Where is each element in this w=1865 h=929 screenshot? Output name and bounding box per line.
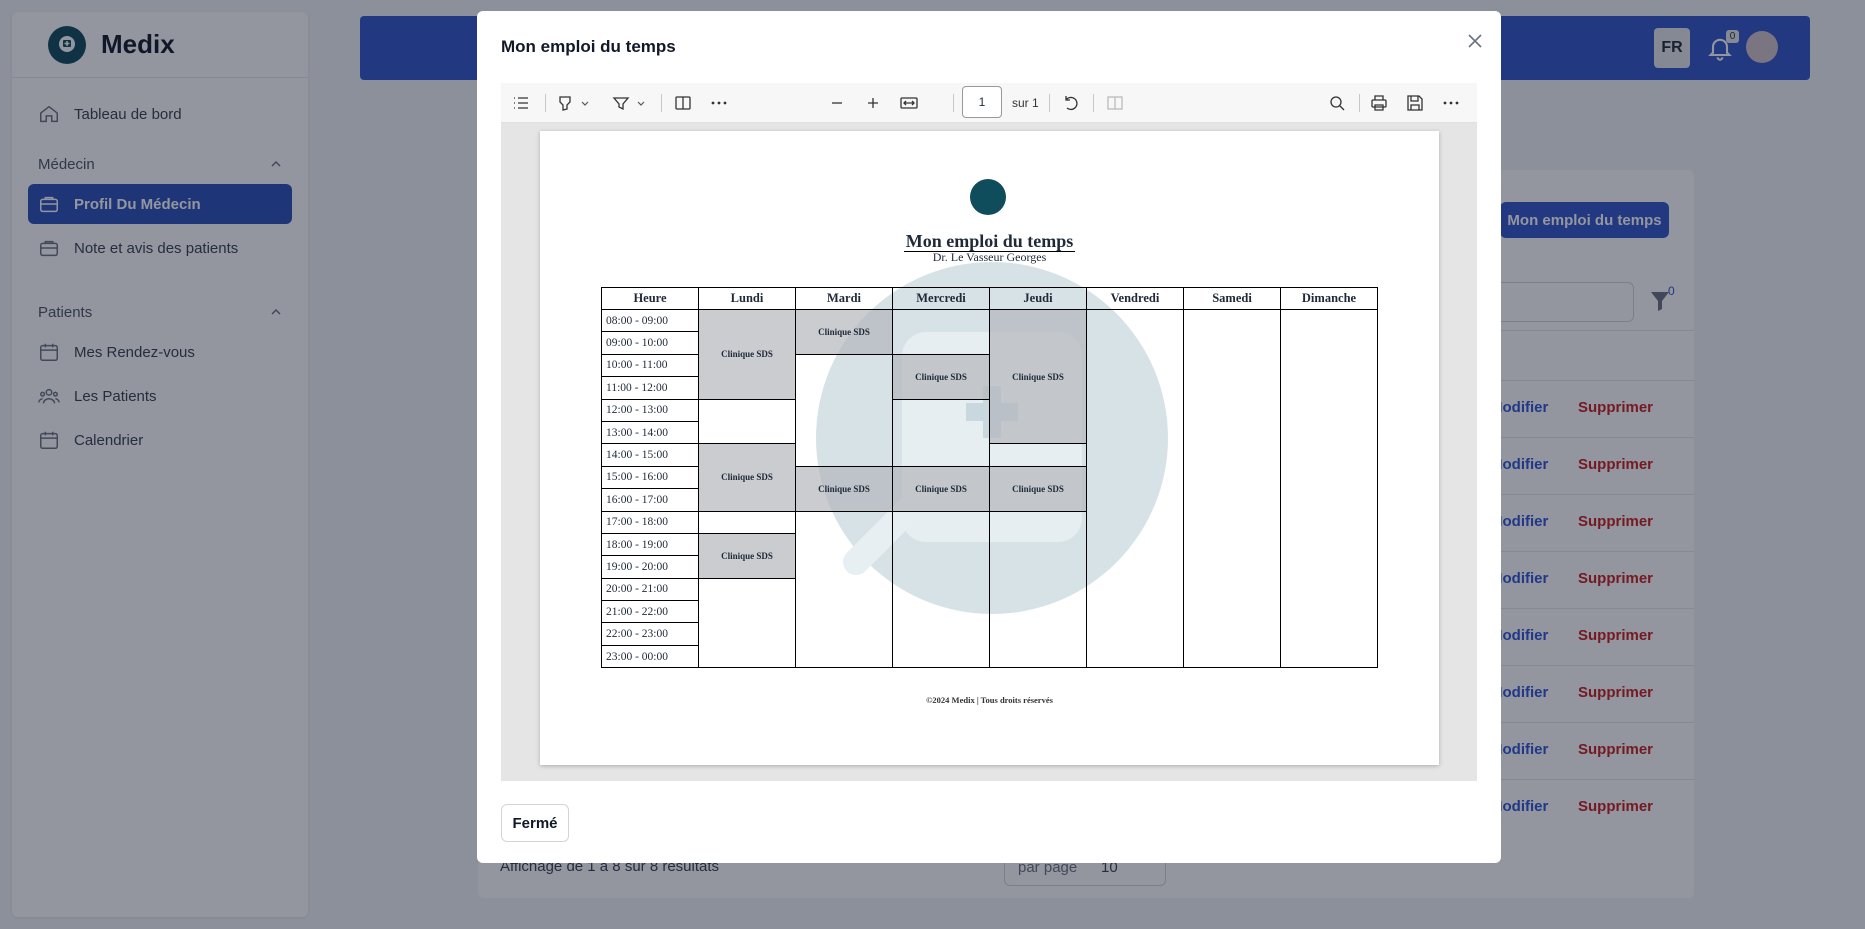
hour-cell: 09:00 - 10:00 — [601, 331, 699, 355]
hour-cell: 20:00 - 21:00 — [601, 577, 699, 602]
close-icon[interactable] — [1463, 29, 1487, 53]
toolbar-separator — [545, 94, 546, 112]
col-header: Mercredi — [892, 287, 990, 310]
col-header: Vendredi — [1086, 287, 1184, 310]
pdf-toolbar: 1 sur 1 — [501, 83, 1477, 123]
hour-cell: 12:00 - 13:00 — [601, 398, 699, 422]
page-view-icon[interactable] — [673, 93, 693, 113]
col-header: Lundi — [698, 287, 796, 310]
document-title: Mon emploi du temps — [540, 231, 1439, 252]
document-footer: ©2024 Medix | Tous droits réservés — [926, 695, 1053, 705]
schedule-slot: Clinique SDS — [795, 309, 893, 355]
hour-cell: 08:00 - 09:00 — [601, 308, 699, 333]
schedule-slot: Clinique SDS — [989, 465, 1087, 512]
pdf-viewer: 1 sur 1 Mon emploi du temps Dr. Le Vasse… — [501, 83, 1477, 781]
col-header: Samedi — [1183, 287, 1281, 310]
chevron-down-icon[interactable] — [631, 93, 645, 113]
document-title-text: Mon emploi du temps — [903, 231, 1076, 252]
schedule-slot: Clinique SDS — [892, 465, 990, 512]
hour-cell: 10:00 - 11:00 — [601, 353, 699, 378]
schedule-slot: Clinique SDS — [892, 353, 990, 400]
schedule-slot: Clinique SDS — [698, 309, 796, 400]
hour-cell: 21:00 - 22:00 — [601, 600, 699, 624]
empty-cell — [892, 510, 990, 669]
toolbar-separator — [1359, 94, 1360, 112]
modal-title: Mon emploi du temps — [501, 37, 676, 56]
draw-icon[interactable] — [611, 93, 631, 113]
chevron-down-icon[interactable] — [575, 93, 589, 113]
print-icon[interactable] — [1369, 93, 1389, 113]
toolbar-separator — [1049, 94, 1050, 112]
schedule-row: 08:00 - 09:00 Clinique SDS Clinique SDS … — [601, 308, 1378, 669]
col-header: Jeudi — [989, 287, 1087, 310]
schedule-slot: Clinique SDS — [989, 308, 1087, 445]
hour-cell: 16:00 - 17:00 — [601, 488, 699, 512]
hour-cell: 14:00 - 15:00 — [601, 443, 699, 467]
schedule-slot: Clinique SDS — [698, 443, 796, 512]
hour-cell: 19:00 - 20:00 — [601, 555, 699, 579]
empty-cell — [1086, 308, 1184, 669]
zoom-in-icon[interactable] — [863, 93, 883, 113]
schedule-slot: Clinique SDS — [698, 532, 796, 579]
col-header: Mardi — [795, 287, 893, 310]
hour-cell: 17:00 - 18:00 — [601, 510, 699, 534]
hour-cell: 22:00 - 23:00 — [601, 622, 699, 646]
page-number-input[interactable]: 1 — [962, 86, 1002, 118]
col-header: Dimanche — [1280, 287, 1378, 310]
toolbar-separator — [1093, 94, 1094, 112]
empty-cell — [892, 309, 990, 355]
empty-cell — [1280, 308, 1378, 669]
empty-cell — [892, 398, 990, 467]
toolbar-separator — [661, 94, 662, 112]
schedule-header-row: Heure Lundi Mardi Mercredi Jeudi Vendred… — [601, 287, 1378, 310]
schedule-slot: Clinique SDS — [795, 465, 893, 512]
document-logo-icon — [970, 179, 1006, 215]
hour-cell: 23:00 - 00:00 — [601, 644, 699, 669]
more-icon[interactable] — [709, 93, 729, 113]
document-doctor: Dr. Le Vasseur Georges — [932, 250, 1047, 264]
col-header: Heure — [601, 287, 699, 310]
empty-cell — [1183, 308, 1281, 669]
pdf-page: Mon emploi du temps Dr. Le Vasseur Georg… — [540, 131, 1439, 765]
search-icon[interactable] — [1327, 93, 1347, 113]
empty-cell — [698, 510, 796, 534]
hour-cell: 11:00 - 12:00 — [601, 376, 699, 400]
hour-cell: 15:00 - 16:00 — [601, 465, 699, 490]
empty-cell — [698, 398, 796, 445]
hour-cell: 18:00 - 19:00 — [601, 532, 699, 557]
schedule-modal: Mon emploi du temps 1 sur 1 Mon emploi d… — [477, 11, 1501, 863]
toolbar-separator — [953, 94, 954, 112]
save-icon[interactable] — [1405, 93, 1425, 113]
close-button[interactable]: Fermé — [501, 804, 569, 842]
highlight-icon[interactable] — [555, 93, 575, 113]
zoom-out-icon[interactable] — [827, 93, 847, 113]
fit-width-icon[interactable] — [899, 93, 919, 113]
empty-cell — [989, 510, 1087, 669]
rotate-icon[interactable] — [1061, 93, 1081, 113]
two-page-icon[interactable] — [1105, 93, 1125, 113]
page-total: sur 1 — [1012, 96, 1039, 110]
more-icon[interactable] — [1441, 93, 1461, 113]
empty-cell — [698, 577, 796, 669]
outline-icon[interactable] — [511, 93, 531, 113]
empty-cell — [795, 353, 893, 467]
schedule-table: Heure Lundi Mardi Mercredi Jeudi Vendred… — [601, 287, 1378, 669]
hour-cell: 13:00 - 14:00 — [601, 420, 699, 445]
empty-cell — [989, 443, 1087, 467]
empty-cell — [795, 510, 893, 669]
